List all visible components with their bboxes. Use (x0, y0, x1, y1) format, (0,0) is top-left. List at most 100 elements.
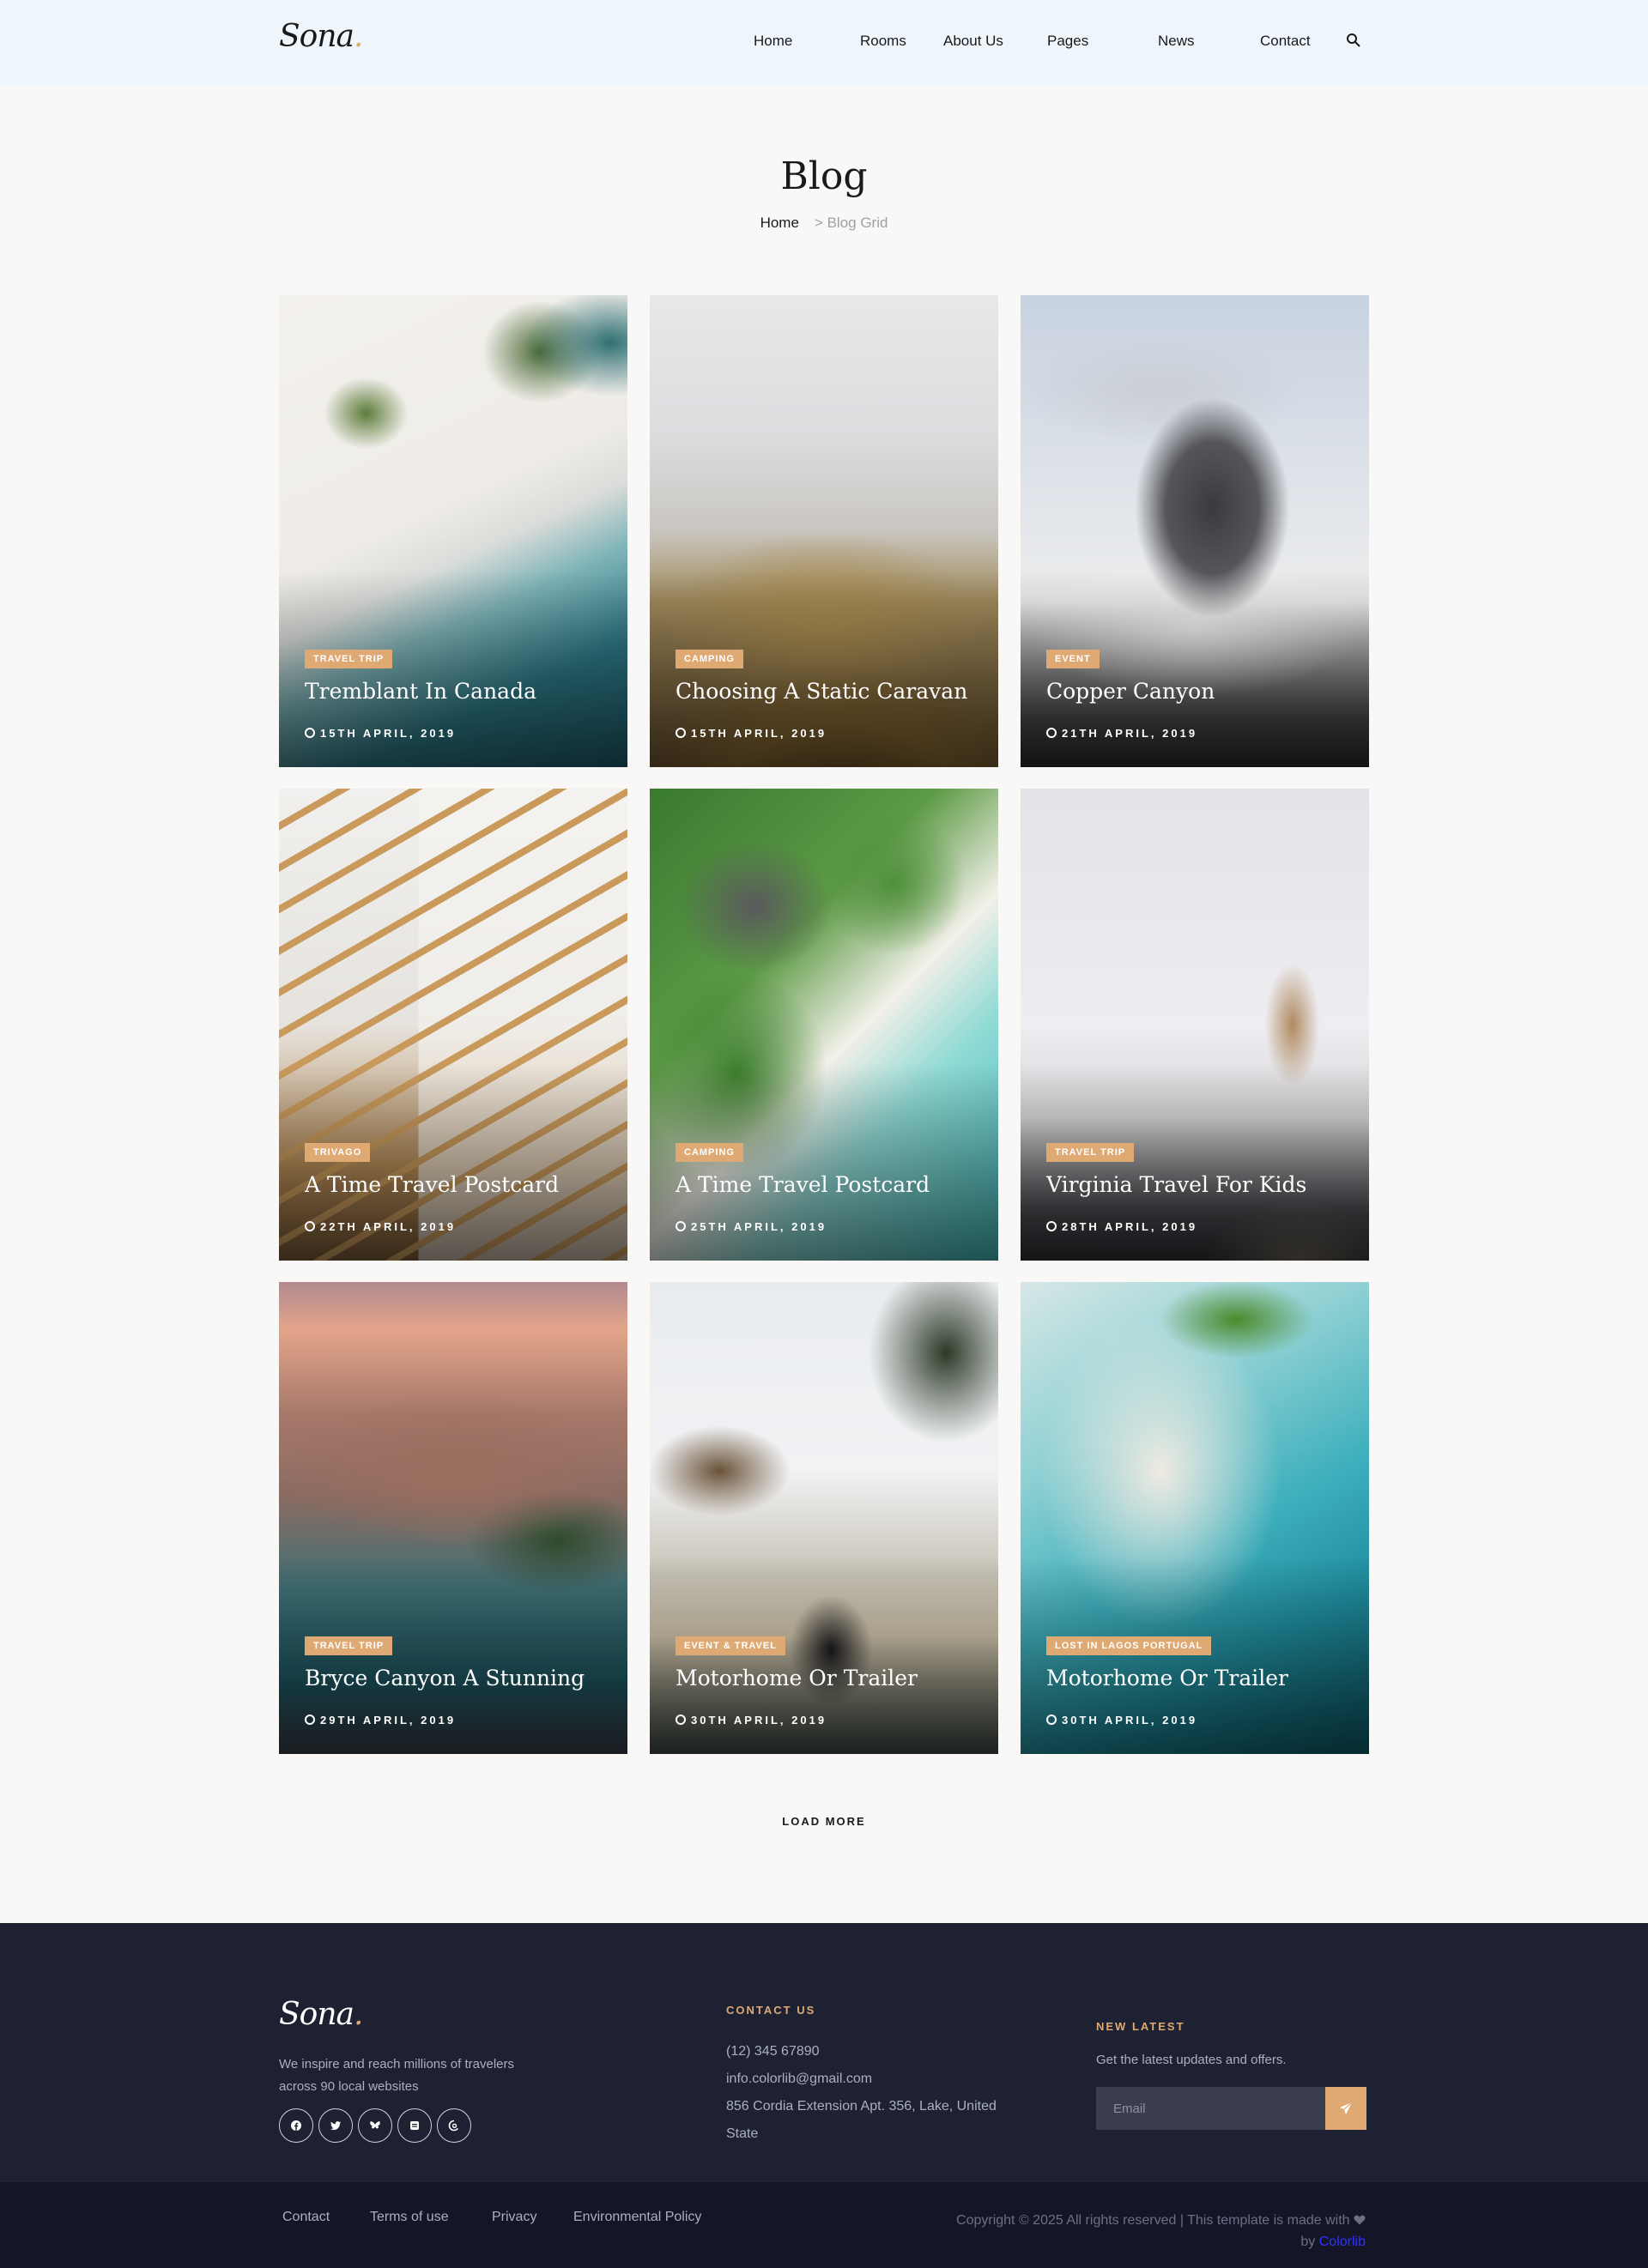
butterfly-icon[interactable] (358, 2108, 392, 2143)
clock-icon (305, 1715, 315, 1725)
heart-icon (1354, 2215, 1366, 2225)
post-date-text: 15th April, 2019 (320, 727, 457, 740)
instagram-icon[interactable] (397, 2108, 432, 2143)
breadcrumb: Home > Blog Grid (0, 215, 1648, 232)
post-date: 30th April, 2019 (676, 1714, 827, 1727)
logo-dot: . (353, 19, 363, 54)
blog-card[interactable]: Camping Choosing A Static Caravan 15th A… (650, 295, 998, 767)
post-title[interactable]: Tremblant In Canada (305, 679, 536, 704)
contact-phone[interactable]: (12) 345 67890 (726, 2038, 1001, 2065)
blog-card[interactable]: Travel Trip Virginia Travel For Kids 28t… (1021, 789, 1369, 1261)
clock-icon (1046, 1715, 1057, 1725)
post-tag[interactable]: Lost In Lagos Portugal (1046, 1636, 1212, 1655)
post-tag[interactable]: Trivago (305, 1143, 371, 1162)
nav-home[interactable]: Home (754, 33, 792, 50)
footer-logo-dot: . (353, 1997, 363, 2032)
blog-card[interactable]: Trivago A Time Travel Postcard 22th Apri… (279, 789, 627, 1261)
breadcrumb-current: > Blog Grid (814, 215, 888, 231)
post-tag[interactable]: Event & Travel (676, 1636, 785, 1655)
nav-rooms[interactable]: Rooms (860, 33, 906, 50)
contact-address: 856 Cordia Extension Apt. 356, Lake, Uni… (726, 2099, 997, 2141)
post-date-text: 29th April, 2019 (320, 1714, 457, 1727)
newsletter-email-input[interactable] (1096, 2087, 1325, 2130)
post-tag[interactable]: Travel Trip (305, 650, 393, 668)
post-title[interactable]: Motorhome Or Trailer (676, 1666, 918, 1690)
post-title[interactable]: A Time Travel Postcard (676, 1172, 930, 1197)
post-date: 30th April, 2019 (1046, 1714, 1197, 1727)
post-date-text: 30th April, 2019 (691, 1714, 827, 1727)
breadcrumb-home[interactable]: Home (760, 215, 799, 231)
colorlib-link[interactable]: Colorlib (1319, 2235, 1366, 2249)
post-date: 29th April, 2019 (305, 1714, 456, 1727)
newsletter-submit-button[interactable] (1325, 2087, 1366, 2130)
clock-icon (676, 1221, 686, 1231)
copyright: Copyright © 2025 All rights reserved | T… (956, 2210, 1366, 2253)
post-title[interactable]: A Time Travel Postcard (305, 1172, 559, 1197)
post-tag[interactable]: Camping (676, 650, 743, 668)
post-tag[interactable]: Travel Trip (305, 1636, 393, 1655)
nav-contact[interactable]: Contact (1260, 33, 1311, 50)
footer-link-environmental[interactable]: Environmental Policy (573, 2210, 701, 2225)
post-tag[interactable]: Travel Trip (1046, 1143, 1135, 1162)
post-date: 15th April, 2019 (305, 727, 456, 740)
post-title[interactable]: Choosing A Static Caravan (676, 679, 967, 704)
footer-about: We inspire and reach millions of travele… (279, 2057, 515, 2094)
post-date: 15th April, 2019 (676, 727, 827, 740)
clock-icon (305, 728, 315, 738)
footer-logo-text: Sona (279, 1997, 354, 2032)
load-more-button[interactable]: LOAD MORE (0, 1815, 1648, 1828)
clock-icon (305, 1221, 315, 1231)
clock-icon (676, 728, 686, 738)
blog-card[interactable]: Travel Trip Bryce Canyon A Stunning 29th… (279, 1282, 627, 1754)
post-date: 25th April, 2019 (676, 1220, 827, 1233)
nav-pages[interactable]: Pages (1047, 33, 1088, 50)
copyright-by: by (1300, 2235, 1316, 2249)
post-date-text: 28th April, 2019 (1062, 1220, 1198, 1233)
threads-icon[interactable] (437, 2108, 471, 2143)
post-date: 22th April, 2019 (305, 1220, 456, 1233)
post-title[interactable]: Copper Canyon (1046, 679, 1215, 704)
post-date-text: 22th April, 2019 (320, 1220, 457, 1233)
post-title[interactable]: Motorhome Or Trailer (1046, 1666, 1288, 1690)
post-title[interactable]: Bryce Canyon A Stunning (305, 1666, 585, 1690)
logo-text: Sona (279, 19, 354, 54)
footer-link-privacy[interactable]: Privacy (492, 2210, 536, 2225)
post-title[interactable]: Virginia Travel For Kids (1046, 1172, 1306, 1197)
blog-card[interactable]: Travel Trip Tremblant In Canada 15th Apr… (279, 295, 627, 767)
footer-link-contact[interactable]: Contact (282, 2210, 330, 2225)
clock-icon (1046, 1221, 1057, 1231)
contact-heading: CONTACT US (726, 2004, 816, 2017)
footer-contact: (12) 345 67890 info.colorlib@gmail.com 8… (726, 2038, 1001, 2148)
post-date-text: 15th April, 2019 (691, 727, 827, 740)
nav-about-us[interactable]: About Us (943, 33, 1003, 50)
post-tag[interactable]: Camping (676, 1143, 743, 1162)
post-date-text: 25th April, 2019 (691, 1220, 827, 1233)
search-icon[interactable] (1346, 33, 1363, 50)
footer-bottom-bar (0, 2182, 1648, 2268)
page-title: Blog (780, 154, 868, 198)
site-header (0, 0, 1648, 86)
blog-card[interactable]: Event Copper Canyon 21th April, 2019 (1021, 295, 1369, 767)
blog-card[interactable]: Lost In Lagos Portugal Motorhome Or Trai… (1021, 1282, 1369, 1754)
site-logo[interactable]: Sona. (279, 19, 363, 54)
clock-icon (1046, 728, 1057, 738)
blog-card[interactable]: Camping A Time Travel Postcard 25th Apri… (650, 789, 998, 1261)
send-icon (1340, 2102, 1353, 2114)
post-tag[interactable]: Event (1046, 650, 1100, 668)
newsletter-heading: NEW LATEST (1096, 2020, 1185, 2033)
footer-logo[interactable]: Sona. (279, 1997, 363, 2032)
social-links (279, 2108, 471, 2143)
post-date: 21th April, 2019 (1046, 727, 1197, 740)
blog-card[interactable]: Event & Travel Motorhome Or Trailer 30th… (650, 1282, 998, 1754)
nav-news[interactable]: News (1158, 33, 1195, 50)
footer-link-terms[interactable]: Terms of use (370, 2210, 449, 2225)
post-date: 28th April, 2019 (1046, 1220, 1197, 1233)
clock-icon (676, 1715, 686, 1725)
contact-email[interactable]: info.colorlib@gmail.com (726, 2065, 1001, 2093)
copyright-text: Copyright © 2025 All rights reserved | T… (956, 2213, 1350, 2228)
newsletter-text: Get the latest updates and offers. (1096, 2053, 1287, 2067)
twitter-icon[interactable] (318, 2108, 353, 2143)
post-date-text: 30th April, 2019 (1062, 1714, 1198, 1727)
post-date-text: 21th April, 2019 (1062, 727, 1198, 740)
facebook-icon[interactable] (279, 2108, 313, 2143)
